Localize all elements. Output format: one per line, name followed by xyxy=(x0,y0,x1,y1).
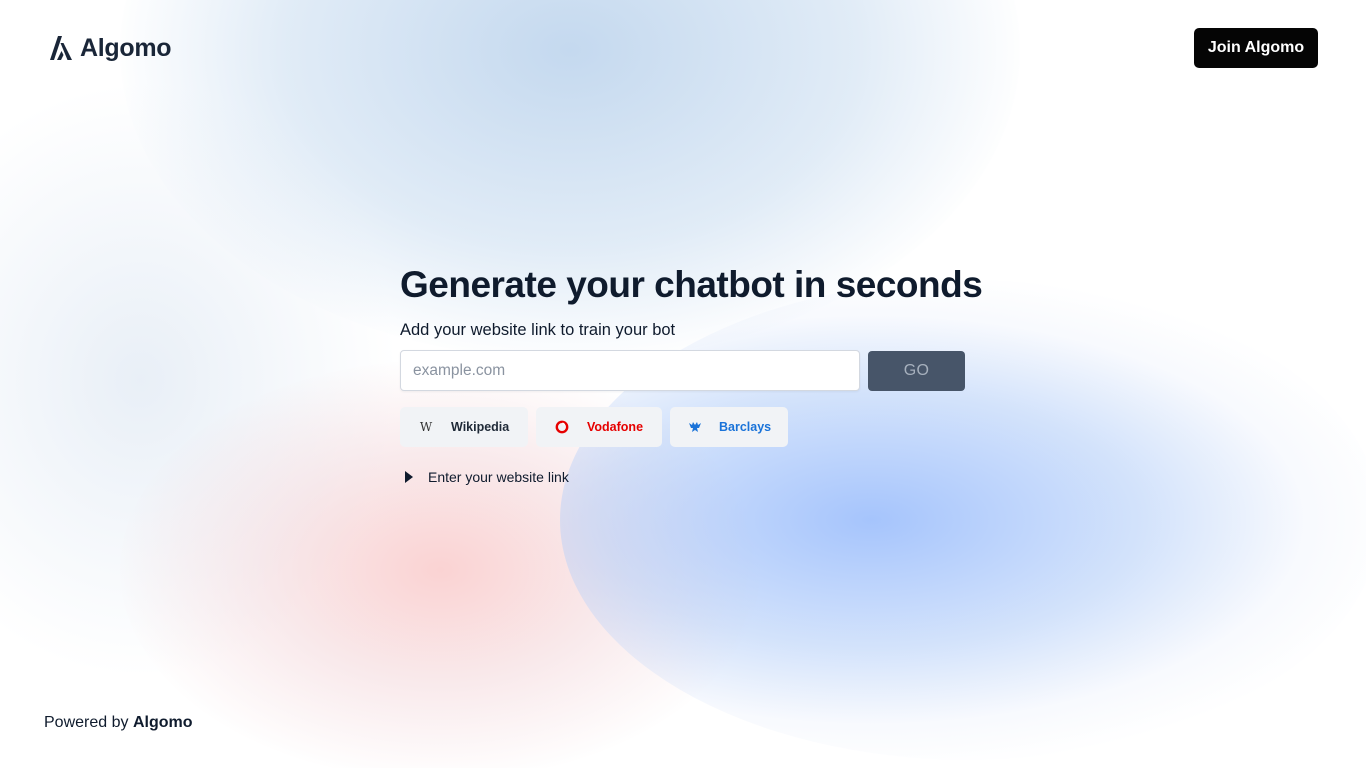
caret-right-icon xyxy=(405,471,413,483)
brand-name: Algomo xyxy=(80,33,172,62)
page-subtitle: Add your website link to train your bot xyxy=(400,321,676,339)
vodafone-icon xyxy=(554,419,570,435)
page: Algomo Join Algomo Generate your chatbot… xyxy=(0,0,1366,768)
example-chip-vodafone[interactable]: Vodafone xyxy=(536,407,662,447)
example-chip-barclays[interactable]: Barclays xyxy=(670,407,788,447)
url-input-row: GO xyxy=(400,350,966,391)
example-chip-wikipedia[interactable]: W Wikipedia xyxy=(400,407,528,447)
brand-logo[interactable]: Algomo xyxy=(48,30,172,66)
footer-brand-link[interactable]: Algomo xyxy=(133,714,193,731)
website-url-input[interactable] xyxy=(400,350,860,391)
disclosure-label: Enter your website link xyxy=(428,469,569,485)
go-button[interactable]: GO xyxy=(868,350,965,391)
page-title: Generate your chatbot in seconds xyxy=(400,264,983,305)
main-panel: Generate your chatbot in seconds Add you… xyxy=(400,262,983,485)
barclays-eagle-icon xyxy=(688,419,702,435)
example-chip-label: Wikipedia xyxy=(451,420,510,434)
algomo-logo-icon xyxy=(50,36,72,60)
background-gradient-left xyxy=(0,80,400,680)
footer-prefix: Powered by xyxy=(44,714,129,731)
join-algomo-button[interactable]: Join Algomo xyxy=(1194,28,1318,68)
example-chip-label: Vodafone xyxy=(587,420,644,434)
website-link-disclosure[interactable]: Enter your website link xyxy=(400,469,966,485)
footer-powered-by: Powered by Algomo xyxy=(44,714,193,732)
wikipedia-icon: W xyxy=(419,420,433,434)
example-sites: W Wikipedia Vodafone Barclays xyxy=(400,407,966,447)
example-chip-label: Barclays xyxy=(719,420,772,434)
